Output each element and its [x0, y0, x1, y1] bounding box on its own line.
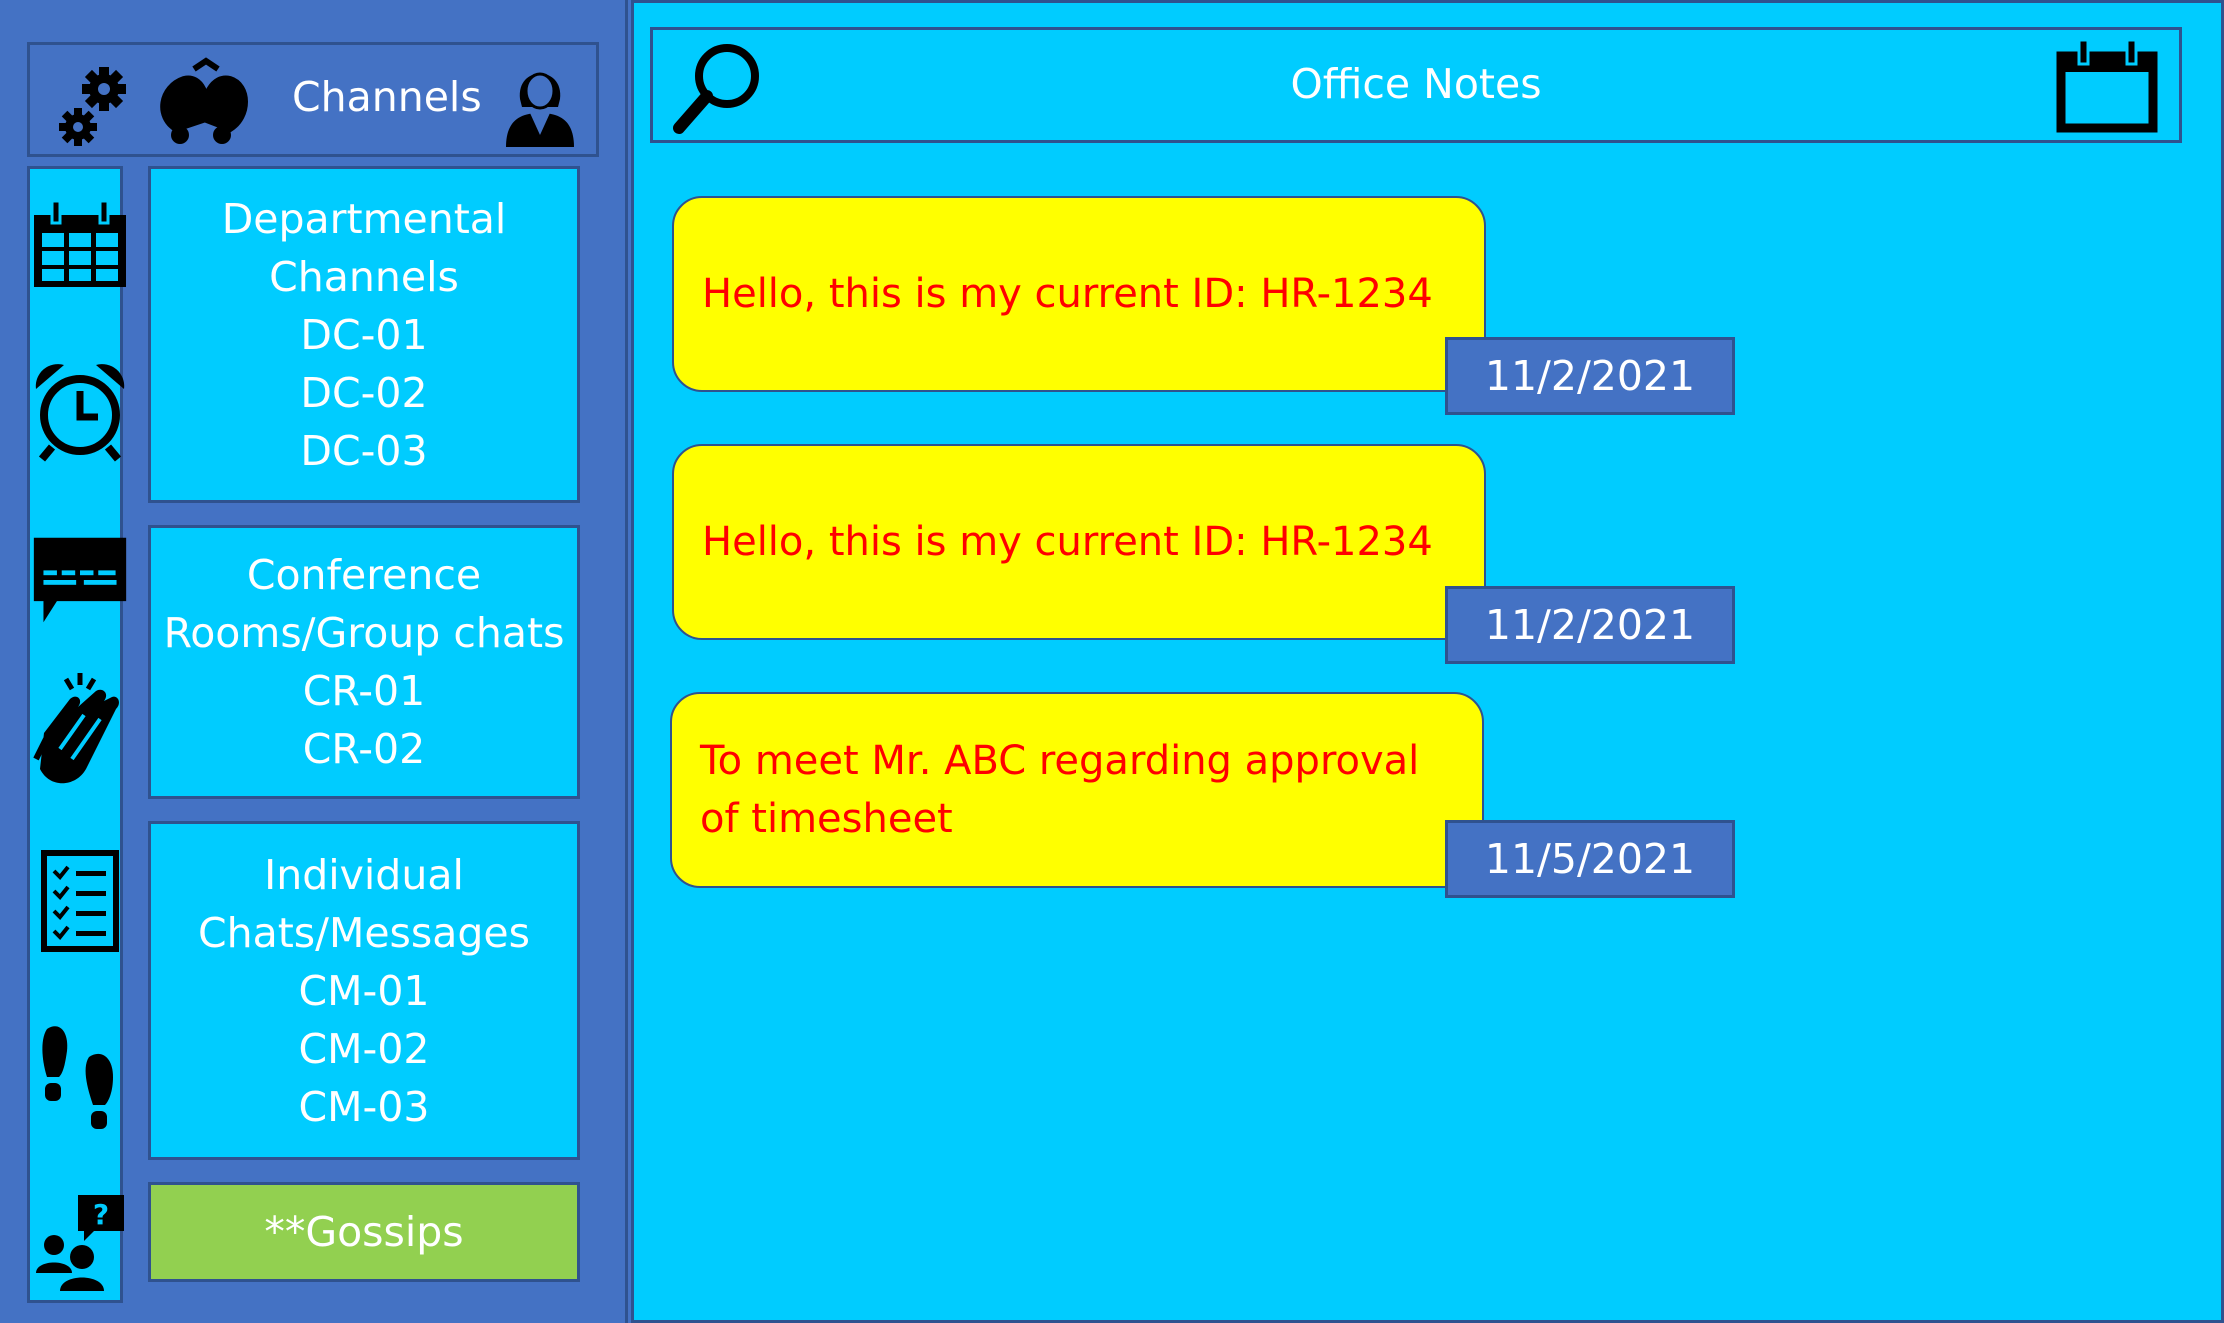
group-heading: Conference	[246, 551, 482, 599]
message-bubble[interactable]: Hello, this is my current ID: HR-1234	[672, 196, 1486, 392]
message-date: 11/2/2021	[1445, 586, 1735, 664]
channels-header: Channels	[27, 42, 599, 157]
channel-item-dc-03[interactable]: DC-03	[151, 422, 577, 480]
message-text: Hello, this is my current ID: HR-1234	[702, 271, 1433, 317]
message-text: To meet Mr. ABC regarding approval of ti…	[700, 738, 1420, 842]
channel-item-cr-02[interactable]: CR-02	[151, 720, 577, 778]
channel-item-cr-01[interactable]: CR-01	[151, 662, 577, 720]
departmental-channels-box[interactable]: Departmental Channels DC-01 DC-02 DC-03	[148, 166, 580, 503]
page-title: Office Notes	[1290, 60, 1542, 108]
message-bubble[interactable]: Hello, this is my current ID: HR-1234	[672, 444, 1486, 640]
checklist-icon[interactable]	[30, 849, 130, 953]
chat-item-cm-02[interactable]: CM-02	[151, 1020, 577, 1078]
svg-text:?: ?	[93, 1198, 109, 1231]
group-heading: Individual	[264, 850, 464, 899]
conference-rooms-box[interactable]: Conference Rooms/Group chats CR-01 CR-02	[148, 525, 580, 799]
help-people-icon[interactable]: ?	[30, 1193, 130, 1293]
message-bubble[interactable]: To meet Mr. ABC regarding approval of ti…	[670, 692, 1484, 888]
group-heading: Rooms/Group chats	[163, 609, 565, 657]
footprints-icon[interactable]	[30, 1021, 130, 1131]
chat-item-cm-01[interactable]: CM-01	[151, 962, 577, 1020]
individual-chats-box[interactable]: Individual Chats/Messages CM-01 CM-02 CM…	[148, 821, 580, 1160]
group-heading: Departmental	[221, 194, 507, 243]
message-text: Hello, this is my current ID: HR-1234	[702, 519, 1433, 565]
chat-icon[interactable]	[30, 532, 130, 628]
calendar-icon[interactable]	[30, 195, 130, 291]
group-heading: Channels	[269, 252, 459, 301]
message-date: 11/5/2021	[1445, 820, 1735, 898]
chat-item-cm-03[interactable]: CM-03	[151, 1078, 577, 1136]
group-heading: Chats/Messages	[197, 908, 531, 957]
icon-rail: ?	[27, 166, 127, 1303]
top-bar: Office Notes	[650, 27, 2182, 143]
channels-title: Channels	[292, 73, 482, 121]
calendar-icon[interactable]	[2055, 34, 2159, 138]
gossips-button[interactable]: **Gossips	[148, 1182, 580, 1282]
alarm-clock-icon[interactable]	[30, 359, 130, 463]
gear-icon[interactable]	[54, 61, 134, 155]
user-avatar-icon[interactable]	[500, 55, 580, 151]
bell-icon[interactable]	[146, 57, 256, 151]
message-date: 11/2/2021	[1445, 337, 1735, 415]
channel-item-dc-02[interactable]: DC-02	[151, 364, 577, 422]
channel-item-dc-01[interactable]: DC-01	[151, 306, 577, 364]
clapping-hands-icon[interactable]	[30, 669, 130, 793]
